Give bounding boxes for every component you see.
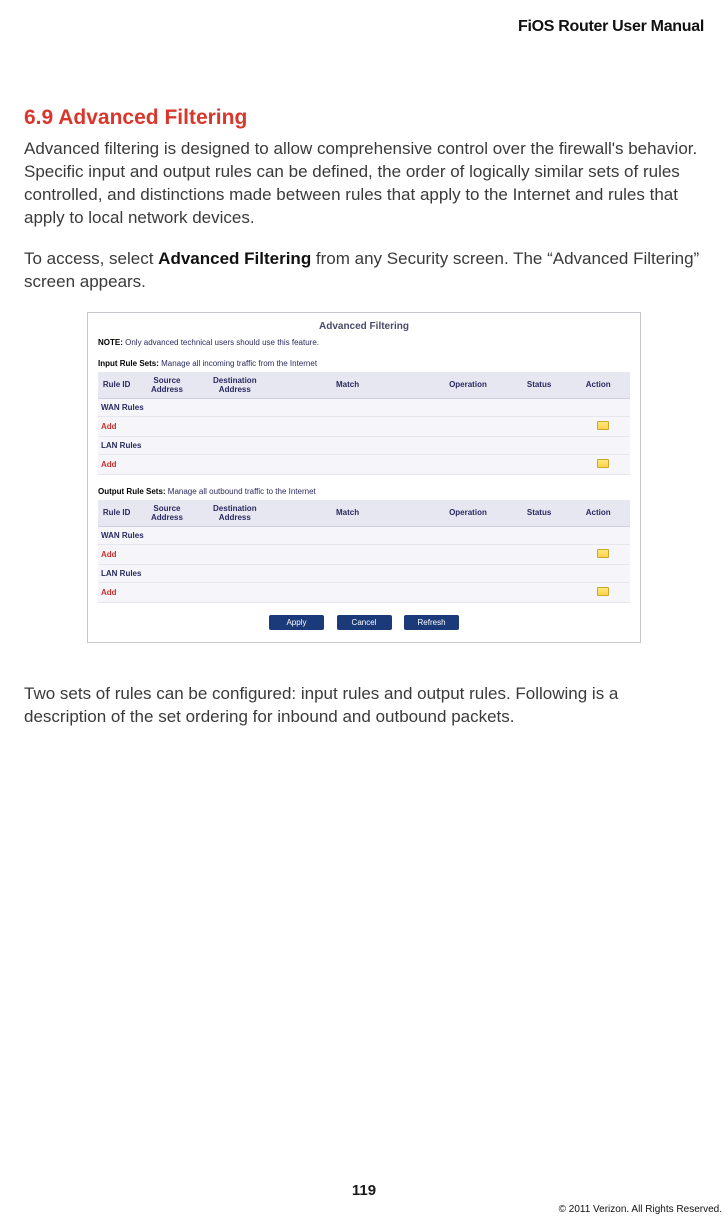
output-rule-heading: Output Rule Sets: Manage all outbound tr…: [88, 485, 640, 500]
col-match: Match: [271, 500, 424, 527]
col-operation: Operation: [424, 372, 512, 399]
input-rules-table: Rule ID Source Address Destination Addre…: [98, 372, 630, 475]
col-match: Match: [271, 372, 424, 399]
col-rule-id: Rule ID: [98, 500, 135, 527]
wan-rules-row: WAN Rules: [98, 526, 630, 544]
page-number: 119: [0, 1182, 728, 1199]
add-link[interactable]: Add: [98, 544, 566, 564]
edit-icon[interactable]: [597, 421, 609, 430]
closing-paragraph: Two sets of rules can be configured: inp…: [24, 683, 704, 729]
add-row[interactable]: Add: [98, 544, 630, 564]
access-paragraph: To access, select Advanced Filtering fro…: [24, 248, 704, 294]
edit-icon[interactable]: [597, 587, 609, 596]
manual-title: FiOS Router User Manual: [24, 18, 704, 36]
button-row: Apply Cancel Refresh: [88, 607, 640, 632]
add-row[interactable]: Add: [98, 454, 630, 474]
wan-rules-label: WAN Rules: [98, 526, 630, 544]
col-source: Source Address: [135, 372, 198, 399]
af-title: Advanced Filtering: [88, 313, 640, 336]
col-status: Status: [512, 500, 567, 527]
access-pre: To access, select: [24, 249, 158, 268]
apply-button[interactable]: Apply: [269, 615, 324, 630]
col-action: Action: [566, 372, 630, 399]
col-rule-id: Rule ID: [98, 372, 135, 399]
col-status: Status: [512, 372, 567, 399]
access-bold: Advanced Filtering: [158, 249, 311, 268]
edit-icon[interactable]: [597, 549, 609, 558]
intro-paragraph: Advanced filtering is designed to allow …: [24, 138, 704, 230]
cancel-button[interactable]: Cancel: [337, 615, 392, 630]
lan-rules-label: LAN Rules: [98, 436, 630, 454]
table-header-row: Rule ID Source Address Destination Addre…: [98, 500, 630, 527]
af-note: NOTE: Only advanced technical users shou…: [88, 336, 640, 357]
add-link[interactable]: Add: [98, 454, 566, 474]
output-rules-table: Rule ID Source Address Destination Addre…: [98, 500, 630, 603]
refresh-button[interactable]: Refresh: [404, 615, 459, 630]
add-row[interactable]: Add: [98, 416, 630, 436]
col-dest: Destination Address: [199, 372, 271, 399]
col-dest: Destination Address: [199, 500, 271, 527]
input-rule-heading: Input Rule Sets: Manage all incoming tra…: [88, 357, 640, 372]
wan-rules-row: WAN Rules: [98, 398, 630, 416]
lan-rules-row: LAN Rules: [98, 436, 630, 454]
add-link[interactable]: Add: [98, 582, 566, 602]
table-header-row: Rule ID Source Address Destination Addre…: [98, 372, 630, 399]
af-note-text: Only advanced technical users should use…: [123, 338, 319, 347]
wan-rules-label: WAN Rules: [98, 398, 630, 416]
copyright: © 2011 Verizon. All Rights Reserved.: [559, 1204, 722, 1215]
section-heading: 6.9 Advanced Filtering: [24, 106, 704, 130]
col-operation: Operation: [424, 500, 512, 527]
col-source: Source Address: [135, 500, 198, 527]
input-rule-desc: Manage all incoming traffic from the Int…: [159, 359, 317, 368]
col-action: Action: [566, 500, 630, 527]
output-rule-label: Output Rule Sets:: [98, 487, 166, 496]
af-note-label: NOTE:: [98, 338, 123, 347]
edit-icon[interactable]: [597, 459, 609, 468]
add-row[interactable]: Add: [98, 582, 630, 602]
add-link[interactable]: Add: [98, 416, 566, 436]
output-rule-desc: Manage all outbound traffic to the Inter…: [166, 487, 316, 496]
lan-rules-row: LAN Rules: [98, 564, 630, 582]
advanced-filtering-screenshot: Advanced Filtering NOTE: Only advanced t…: [87, 312, 641, 643]
input-rule-label: Input Rule Sets:: [98, 359, 159, 368]
lan-rules-label: LAN Rules: [98, 564, 630, 582]
